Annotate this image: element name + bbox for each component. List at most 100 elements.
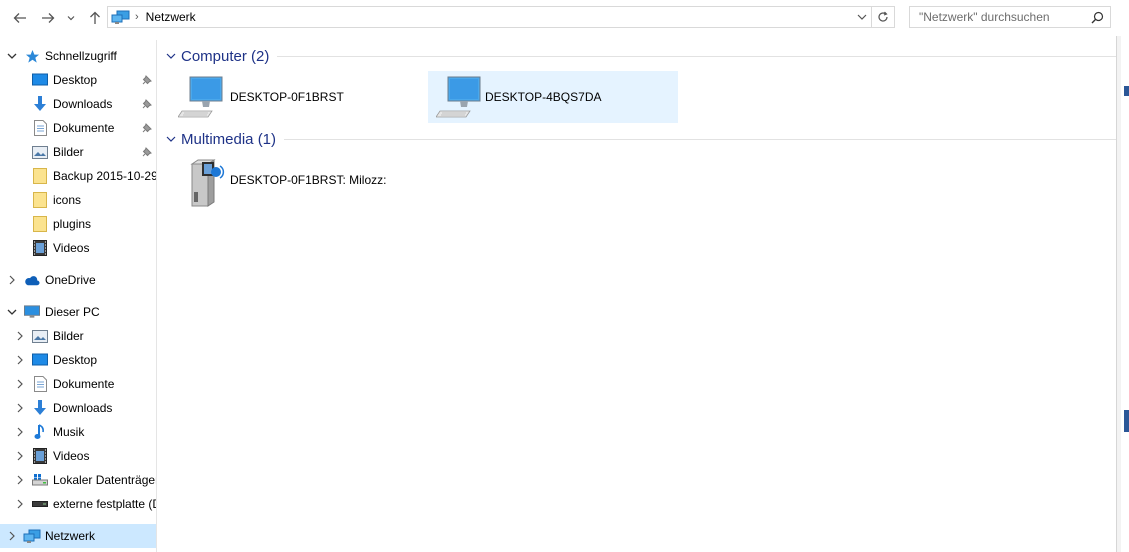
background-window-marker xyxy=(1124,410,1129,432)
nav-item-pc-documents[interactable]: Dokumente xyxy=(0,372,156,396)
arrow-right-icon xyxy=(42,13,55,23)
nav-label: Desktop xyxy=(53,353,98,367)
nav-item-icons-folder[interactable]: icons xyxy=(0,188,156,212)
nav-item-desktop[interactable]: Desktop xyxy=(0,68,156,92)
nav-item-quick-access[interactable]: Schnellzugriff xyxy=(0,44,156,68)
nav-label: Videos xyxy=(53,449,90,463)
background-window-marker xyxy=(1124,86,1129,96)
nav-item-downloads[interactable]: Downloads xyxy=(0,92,156,116)
network-computer-tile[interactable]: DESKTOP-4BQS7DA xyxy=(428,71,678,123)
nav-item-pc-desktop[interactable]: Desktop xyxy=(0,348,156,372)
vertical-scrollbar[interactable] xyxy=(1116,36,1121,552)
nav-item-backup-folder[interactable]: Backup 2015-10-29 xyxy=(0,164,156,188)
chevron-down-icon[interactable] xyxy=(166,134,176,144)
media-server-tile[interactable]: DESKTOP-0F1BRST: Milozz: xyxy=(170,154,420,207)
breadcrumb-netzwerk[interactable]: Netzwerk xyxy=(146,10,196,24)
nav-label: Musik xyxy=(53,425,85,439)
nav-label: icons xyxy=(53,193,82,207)
nav-item-documents[interactable]: Dokumente xyxy=(0,116,156,140)
chevron-right-icon[interactable] xyxy=(15,427,25,437)
group-header-multimedia[interactable]: Multimedia (1) xyxy=(166,129,1116,149)
nav-item-external-drive[interactable]: externe festplatte (D xyxy=(0,492,156,516)
window-edge xyxy=(1122,0,1129,552)
nav-label: externe festplatte (D xyxy=(53,497,157,511)
group-title: Multimedia (1) xyxy=(181,130,277,148)
videos-icon xyxy=(32,448,48,464)
nav-label: Dokumente xyxy=(53,377,115,391)
desktop-icon xyxy=(32,352,48,368)
pictures-icon xyxy=(32,328,48,344)
star-icon xyxy=(24,48,40,64)
search-icon[interactable] xyxy=(1091,11,1104,24)
chevron-right-icon[interactable] xyxy=(15,379,25,389)
download-icon xyxy=(32,400,48,416)
explorer-window: › Netzwerk "Netzwerk" durchsuchen Schnel… xyxy=(0,0,1129,552)
folder-icon xyxy=(32,216,48,232)
network-computer-tile[interactable]: DESKTOP-0F1BRST xyxy=(170,71,420,123)
download-icon xyxy=(32,96,48,112)
document-icon xyxy=(32,120,48,136)
document-icon xyxy=(32,376,48,392)
address-history-dropdown[interactable] xyxy=(852,7,872,27)
chevron-right-icon[interactable] xyxy=(7,275,17,285)
chevron-expanded-icon[interactable] xyxy=(7,51,17,61)
pin-icon[interactable] xyxy=(142,75,152,85)
navigation-pane: Schnellzugriff Desktop Downloads Dokumen… xyxy=(0,40,157,552)
group-divider xyxy=(284,138,1116,140)
cloud-icon xyxy=(24,272,40,288)
address-bar[interactable]: › Netzwerk xyxy=(107,6,895,28)
nav-item-network[interactable]: Netzwerk xyxy=(0,524,156,548)
content-area: Computer (2) DESKTOP-0F1BRST DESKTOP-4BQ… xyxy=(158,40,1116,552)
nav-item-pc-videos[interactable]: Videos xyxy=(0,444,156,468)
nav-item-onedrive[interactable]: OneDrive xyxy=(0,268,156,292)
nav-item-videos[interactable]: Videos xyxy=(0,236,156,260)
refresh-button[interactable] xyxy=(871,7,894,27)
tile-label: DESKTOP-0F1BRST xyxy=(230,90,344,104)
computer-icon xyxy=(436,76,481,118)
group-title: Computer (2) xyxy=(181,47,270,65)
nav-item-pc-downloads[interactable]: Downloads xyxy=(0,396,156,420)
pin-icon[interactable] xyxy=(142,147,152,157)
nav-label-quick-access: Schnellzugriff xyxy=(45,49,117,63)
tile-label: DESKTOP-0F1BRST: Milozz: xyxy=(230,173,387,187)
nav-label-onedrive: OneDrive xyxy=(45,273,96,287)
pin-icon[interactable] xyxy=(142,123,152,133)
arrow-left-icon xyxy=(13,13,26,23)
chevron-right-icon[interactable] xyxy=(15,499,25,509)
nav-label: Desktop xyxy=(53,73,98,87)
search-box[interactable] xyxy=(909,6,1111,28)
chevron-right-icon[interactable] xyxy=(15,355,25,365)
nav-item-pc-pictures[interactable]: Bilder xyxy=(0,324,156,348)
nav-item-pc-music[interactable]: Musik xyxy=(0,420,156,444)
forward-button[interactable] xyxy=(38,8,58,28)
group-header-computer[interactable]: Computer (2) xyxy=(166,46,1116,66)
recent-locations-button[interactable] xyxy=(64,8,78,28)
chevron-expanded-icon[interactable] xyxy=(7,307,17,317)
chevron-down-icon[interactable] xyxy=(166,51,176,61)
computer-icon xyxy=(24,304,40,320)
chevron-right-icon[interactable] xyxy=(7,531,17,541)
chevron-down-icon xyxy=(857,14,867,20)
search-input[interactable] xyxy=(917,9,1091,25)
pin-icon[interactable] xyxy=(142,99,152,109)
chevron-right-icon[interactable] xyxy=(15,475,25,485)
nav-label-this-pc: Dieser PC xyxy=(45,305,100,319)
chevron-right-icon[interactable] xyxy=(15,331,25,341)
chevron-right-icon[interactable] xyxy=(15,403,25,413)
folder-icon xyxy=(32,192,48,208)
nav-label: Dokumente xyxy=(53,121,115,135)
nav-item-local-disk[interactable]: Lokaler Datenträger xyxy=(0,468,156,492)
breadcrumb-separator: › xyxy=(135,11,139,23)
back-button[interactable] xyxy=(10,8,30,28)
nav-item-this-pc[interactable]: Dieser PC xyxy=(0,300,156,324)
arrow-up-icon xyxy=(90,11,100,24)
nav-item-pictures[interactable]: Bilder xyxy=(0,140,156,164)
up-button[interactable] xyxy=(86,8,104,28)
tile-label: DESKTOP-4BQS7DA xyxy=(485,90,602,104)
nav-label: plugins xyxy=(53,217,92,231)
desktop-icon xyxy=(32,72,48,88)
nav-item-plugins-folder[interactable]: plugins xyxy=(0,212,156,236)
address-row: › Netzwerk xyxy=(0,0,1129,36)
network-icon xyxy=(111,10,130,24)
chevron-right-icon[interactable] xyxy=(15,451,25,461)
